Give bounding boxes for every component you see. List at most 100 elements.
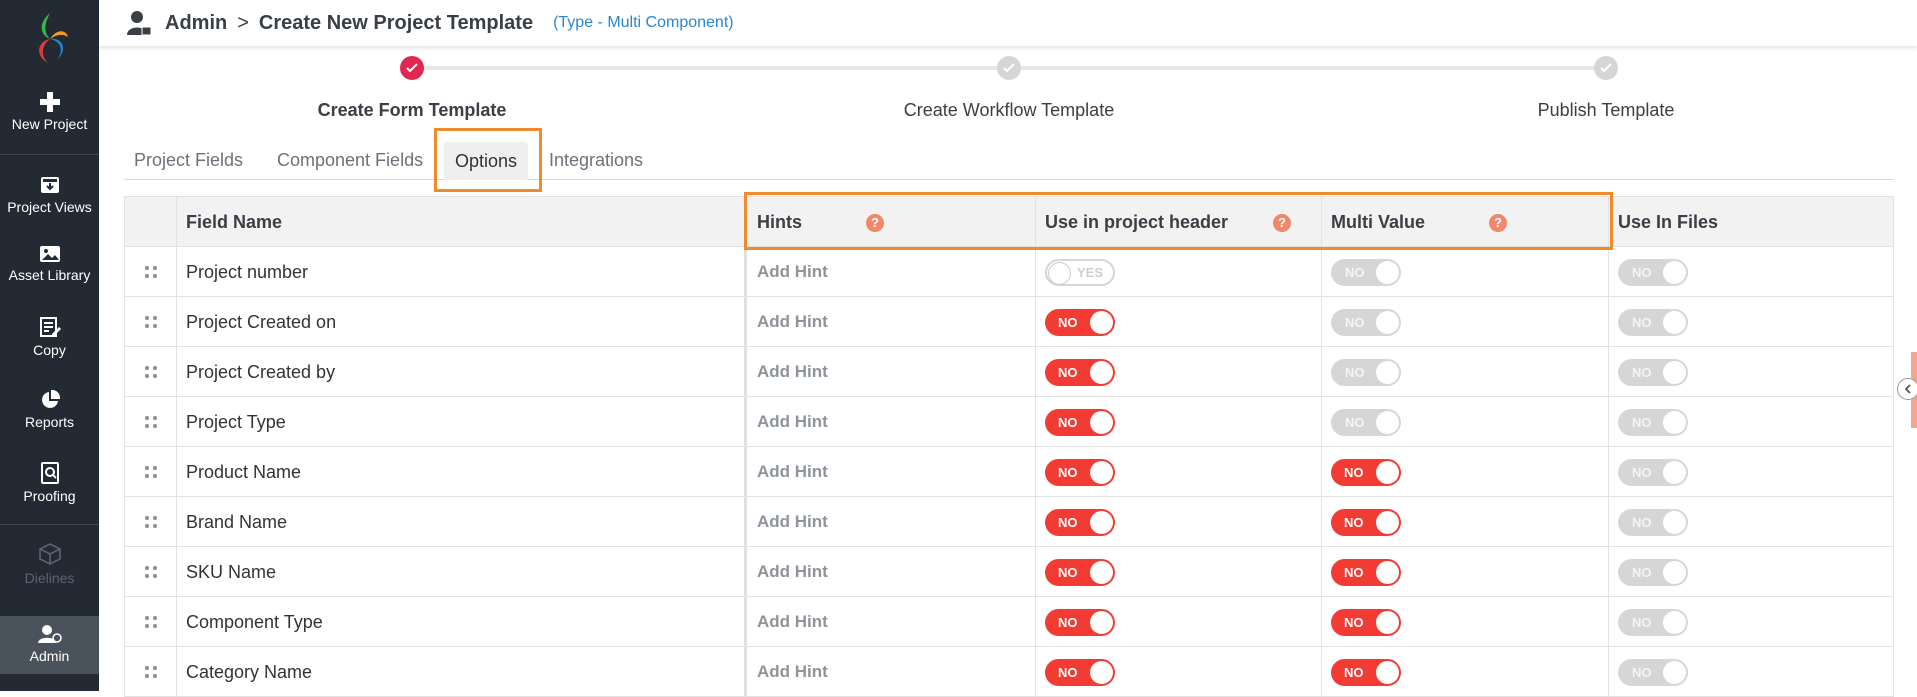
table-row: Brand Name Add Hint NO NO NO [124,497,1894,547]
column-divider [744,397,747,446]
breadcrumb-admin[interactable]: Admin [165,12,227,35]
column-divider [176,447,177,496]
drag-handle-icon[interactable] [145,566,157,578]
app-logo[interactable] [0,0,99,76]
drag-handle-icon[interactable] [145,266,157,278]
multi-value-help-icon[interactable]: ? [1489,214,1507,232]
drag-handle-icon[interactable] [145,416,157,428]
add-hint-link[interactable]: Add Hint [757,297,828,347]
sidebar-divider [0,154,99,155]
use-in-header-toggle[interactable]: NO [1045,459,1115,486]
add-hint-link[interactable]: Add Hint [757,247,828,297]
toggle-label: NO [1632,365,1652,380]
use-in-files-toggle: NO [1618,409,1688,436]
hints-help-icon[interactable]: ? [866,214,884,232]
sidebar-item-asset-library[interactable]: Asset Library [0,245,99,283]
column-divider [1035,547,1036,596]
drag-handle-icon[interactable] [145,316,157,328]
drag-handle-icon[interactable] [145,466,157,478]
sidebar-item-project-views[interactable]: Project Views [0,175,99,215]
sidebar-item-copy[interactable]: Copy [0,316,99,358]
use-in-header-toggle[interactable]: NO [1045,609,1115,636]
use-in-header-toggle[interactable]: NO [1045,559,1115,586]
toggle-label: NO [1058,515,1078,530]
use-in-header-toggle[interactable]: NO [1045,409,1115,436]
use-in-header-help-icon[interactable]: ? [1273,214,1291,232]
field-name: Project Type [186,412,286,432]
column-divider [1321,297,1322,346]
column-divider [1321,397,1322,446]
page-title: Create New Project Template [258,11,534,34]
toggle-label: NO [1632,465,1652,480]
sidebar: New Project Project Views Asset Library … [0,0,99,691]
edit-icon [39,317,61,337]
step-pending-icon [1594,56,1618,80]
add-hint-link[interactable]: Add Hint [757,447,828,497]
tab-component-fields[interactable]: Component Fields [277,140,423,180]
column-divider [1608,297,1609,346]
field-name: Project number [186,262,309,282]
add-hint-link[interactable]: Add Hint [757,597,828,647]
step-pending-icon [997,56,1021,80]
column-divider [1035,297,1036,346]
step-create-form-template[interactable]: Create Form Template [262,100,562,121]
multi-value-toggle[interactable]: NO [1331,459,1401,486]
toggle-label: NO [1632,665,1652,680]
use-in-header-toggle[interactable]: YES [1045,259,1115,286]
multi-value-toggle[interactable]: NO [1331,559,1401,586]
table-row: Product Name Add Hint NO NO NO [124,447,1894,497]
add-hint-link[interactable]: Add Hint [757,647,828,697]
fields-table: Field Name Hints ? Use in project header… [124,196,1894,697]
step-create-workflow-template[interactable]: Create Workflow Template [859,100,1159,121]
tab-options[interactable]: Options [444,142,528,180]
column-divider [1035,597,1036,646]
add-hint-link[interactable]: Add Hint [757,347,828,397]
drag-handle-icon[interactable] [145,666,157,678]
column-divider [744,547,747,596]
add-hint-link[interactable]: Add Hint [757,397,828,447]
multi-value-toggle[interactable]: NO [1331,659,1401,686]
column-divider [176,597,177,646]
use-in-header-toggle[interactable]: NO [1045,509,1115,536]
sidebar-item-admin[interactable]: Admin [0,616,99,674]
use-in-header-toggle[interactable]: NO [1045,359,1115,386]
add-hint-link[interactable]: Add Hint [757,497,828,547]
column-divider [1608,597,1609,646]
admin-user-icon [37,625,62,643]
multi-value-toggle: NO [1331,309,1401,336]
multi-value-toggle[interactable]: NO [1331,609,1401,636]
drag-handle-icon[interactable] [145,516,157,528]
field-name: SKU Name [186,562,277,582]
column-divider [176,647,177,696]
admin-user-icon [127,11,151,36]
toggle-label: NO [1345,315,1365,330]
drag-handle-icon[interactable] [145,366,157,378]
column-header-use-in-files: Use In Files [1618,212,1719,232]
sidebar-item-reports[interactable]: Reports [0,390,99,430]
step-publish-template[interactable]: Publish Template [1456,100,1756,121]
column-divider [1035,247,1036,296]
multi-value-toggle[interactable]: NO [1331,509,1401,536]
tab-project-fields[interactable]: Project Fields [134,140,243,180]
table-header: Field Name Hints ? Use in project header… [124,196,1894,247]
column-divider [744,297,747,346]
sidebar-item-label: Project Views [7,199,92,215]
add-hint-link[interactable]: Add Hint [757,547,828,597]
use-in-header-toggle[interactable]: NO [1045,309,1115,336]
column-divider [1321,447,1322,496]
toggle-label: NO [1345,265,1365,280]
project-views-icon [40,177,59,193]
table-row: Project Type Add Hint NO NO NO [124,397,1894,447]
use-in-header-toggle[interactable]: NO [1045,659,1115,686]
sidebar-item-new-project[interactable]: New Project [0,92,99,132]
drag-handle-icon[interactable] [145,616,157,628]
tab-integrations[interactable]: Integrations [549,140,643,180]
column-divider [1321,647,1322,696]
proofing-icon [40,462,59,484]
column-divider [176,397,177,446]
toggle-label: NO [1345,415,1365,430]
sidebar-item-label: Copy [33,342,66,358]
page-header: Admin > Create New Project Template (Typ… [99,0,1917,46]
chevron-left-icon[interactable] [1897,378,1917,400]
sidebar-item-proofing[interactable]: Proofing [0,462,99,504]
